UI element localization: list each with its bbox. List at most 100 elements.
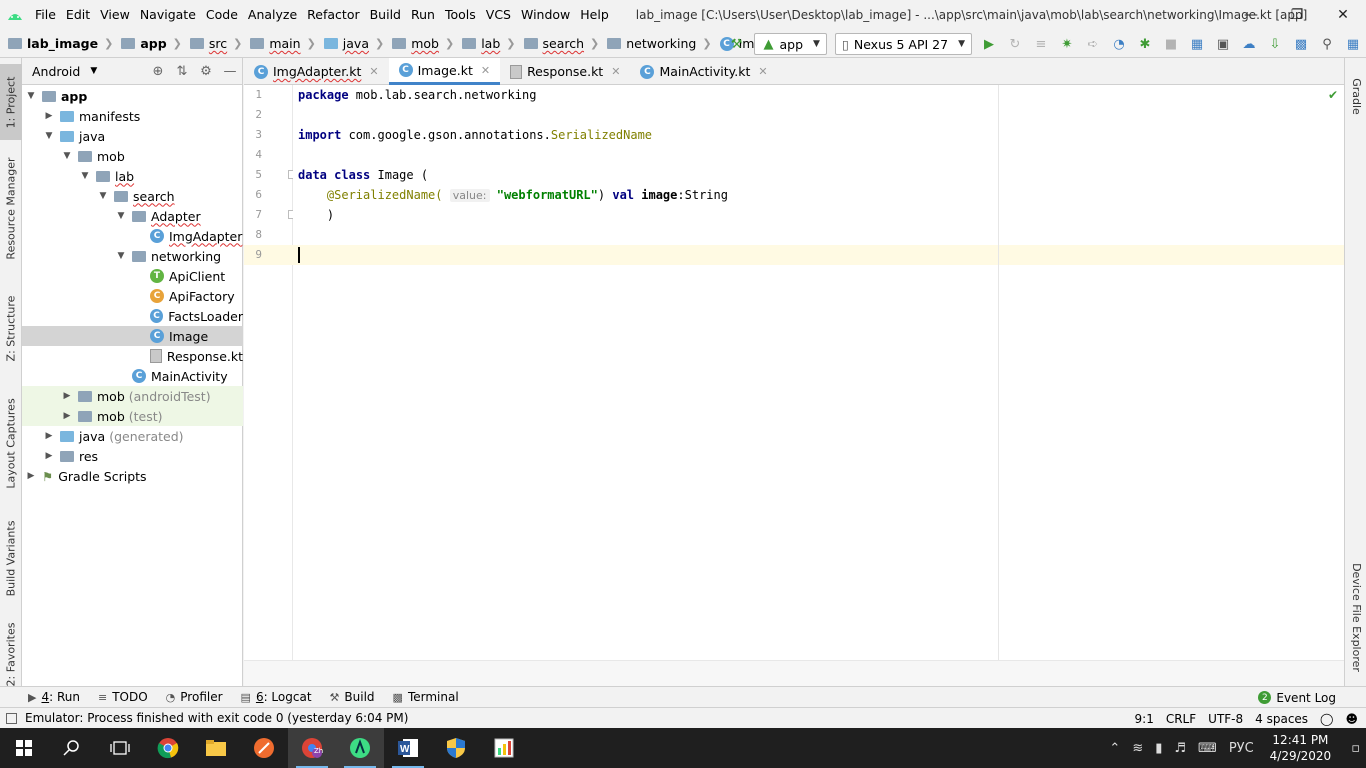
tree-item-mainactivity[interactable]: C MainActivity	[22, 366, 243, 386]
project-view-selector[interactable]: Android	[32, 64, 80, 79]
word-icon[interactable]: W	[384, 728, 432, 768]
breadcrumb-app[interactable]: app ❯	[113, 30, 182, 58]
keyboard-icon[interactable]: ⌨	[1198, 741, 1217, 756]
lock-icon[interactable]: ◯	[1320, 712, 1333, 726]
breadcrumb-search[interactable]: search ❯	[516, 30, 599, 58]
caret-position[interactable]: 9:1	[1135, 712, 1154, 726]
tree-item-java-generated[interactable]: ▶ java (generated)	[22, 426, 243, 446]
tab-mainactivity-kt[interactable]: C MainActivity.kt ✕	[630, 58, 777, 85]
tab-response-kt[interactable]: Response.kt ✕	[500, 58, 630, 85]
search-icon[interactable]	[48, 728, 96, 768]
editor-gutter[interactable]: 1 2 3 4 5 6 7 8 9	[244, 85, 297, 660]
collapsed-arrow-icon[interactable]: ▶	[42, 451, 56, 461]
device-dropdown[interactable]: ▯ Nexus 5 API 27 ▼	[834, 33, 972, 55]
tree-item-java[interactable]: ▼ java	[22, 126, 243, 146]
show-hidden-icons-chevron-icon[interactable]: ⌃	[1109, 741, 1120, 756]
tree-item-adapter[interactable]: ▼ Adapter	[22, 206, 243, 226]
collapsed-arrow-icon[interactable]: ▶	[42, 111, 56, 121]
menu-file[interactable]: File	[30, 0, 61, 30]
tab-resource-manager[interactable]: Resource Manager	[0, 152, 22, 264]
breadcrumb-lab[interactable]: lab ❯	[454, 30, 516, 58]
breadcrumb-java[interactable]: java ❯	[316, 30, 384, 58]
tool-tab-todo[interactable]: ≡ TODO	[98, 690, 148, 704]
menu-run[interactable]: Run	[406, 0, 440, 30]
sync-project-icon[interactable]: ▦	[1185, 32, 1209, 56]
task-view-icon[interactable]	[96, 728, 144, 768]
menu-tools[interactable]: Tools	[440, 0, 481, 30]
toggle-tool-windows-icon[interactable]	[6, 712, 17, 724]
run-config-dropdown[interactable]: ▲ app ▼	[753, 33, 827, 55]
file-encoding[interactable]: UTF-8	[1208, 712, 1243, 726]
search-icon[interactable]: ⚲	[1315, 32, 1339, 56]
expanded-arrow-icon[interactable]: ▼	[60, 151, 74, 161]
expanded-arrow-icon[interactable]: ▼	[78, 171, 92, 181]
run-icon[interactable]: ▶	[977, 32, 1001, 56]
avd-manager-icon[interactable]: ▣	[1211, 32, 1235, 56]
collapsed-arrow-icon[interactable]: ▶	[42, 431, 56, 441]
tree-item-res[interactable]: ▶ res	[22, 446, 243, 466]
breadcrumb-lab-image[interactable]: lab_image ❯	[0, 30, 113, 58]
tree-item-apifactory[interactable]: C ApiFactory	[22, 286, 243, 306]
tab-project[interactable]: 1: Project	[0, 64, 22, 140]
hide-icon[interactable]: —	[218, 64, 242, 79]
menu-view[interactable]: View	[95, 0, 135, 30]
collapsed-arrow-icon[interactable]: ▶	[60, 391, 74, 401]
android-studio-icon[interactable]	[336, 728, 384, 768]
wifi-icon[interactable]: ≋	[1132, 741, 1143, 756]
close-icon[interactable]: ✕	[1320, 0, 1366, 30]
breadcrumb-networking[interactable]: networking ❯	[599, 30, 712, 58]
close-icon[interactable]: ✕	[611, 65, 620, 78]
indent-setting[interactable]: 4 spaces	[1255, 712, 1308, 726]
layout-inspector-icon[interactable]: ▩	[1289, 32, 1313, 56]
tool-tab-profiler[interactable]: ◔ Profiler	[166, 690, 223, 704]
locate-icon[interactable]: ⊕	[146, 64, 170, 79]
no-problems-check-icon[interactable]: ✔	[1328, 88, 1338, 102]
close-icon[interactable]: ✕	[369, 65, 378, 78]
input-language[interactable]: РУС	[1229, 741, 1254, 756]
notifications-icon[interactable]: ▫	[1351, 741, 1360, 756]
menu-edit[interactable]: Edit	[61, 0, 95, 30]
debug-icon[interactable]: ✷	[1055, 32, 1079, 56]
shield-icon[interactable]	[432, 728, 480, 768]
sdk-manager-icon[interactable]: ⇩	[1263, 32, 1287, 56]
tree-item-image[interactable]: C Image	[22, 326, 243, 346]
menu-help[interactable]: Help	[575, 0, 614, 30]
expanded-arrow-icon[interactable]: ▼	[114, 251, 128, 261]
menu-code[interactable]: Code	[201, 0, 243, 30]
tab-build-variants[interactable]: Build Variants	[0, 513, 22, 603]
apply-code-changes-icon[interactable]: ≡	[1029, 32, 1053, 56]
tree-item-search[interactable]: ▼ search	[22, 186, 243, 206]
tree-item-factsloader[interactable]: C FactsLoader	[22, 306, 243, 326]
tab-layout-captures[interactable]: Layout Captures	[0, 390, 22, 496]
tool-tab-terminal[interactable]: ▩ Terminal	[393, 690, 459, 704]
file-explorer-icon[interactable]	[192, 728, 240, 768]
menu-window[interactable]: Window	[516, 0, 575, 30]
stop-icon[interactable]: ■	[1159, 32, 1183, 56]
inspector-icon[interactable]: ☻	[1345, 712, 1358, 726]
tab-gradle[interactable]: Gradle	[1345, 66, 1366, 126]
volume-icon[interactable]: ♬	[1174, 741, 1186, 756]
tab-image-kt[interactable]: C Image.kt ✕	[388, 58, 501, 85]
menu-build[interactable]: Build	[365, 0, 406, 30]
menu-refactor[interactable]: Refactor	[302, 0, 364, 30]
battery-icon[interactable]: ▮	[1155, 741, 1162, 756]
tab-favorites[interactable]: 2: Favorites	[0, 622, 22, 686]
profile-icon[interactable]: ◔	[1107, 32, 1131, 56]
apply-changes-icon[interactable]: ↻	[1003, 32, 1027, 56]
tree-item-gradle-scripts[interactable]: ▶ ⚑ Gradle Scripts	[22, 466, 243, 486]
chevron-down-icon[interactable]: ▼	[90, 66, 97, 76]
clock[interactable]: 12:41 PM 4/29/2020	[1270, 732, 1332, 764]
tab-structure[interactable]: Z: Structure	[0, 288, 22, 368]
chrome-profile-icon[interactable]: Zh	[288, 728, 336, 768]
tool-tab-build[interactable]: ⚒ Build	[330, 690, 375, 704]
tab-device-file-explorer[interactable]: Device File Explorer	[1345, 554, 1366, 680]
gradle-sync-icon[interactable]: ☁	[1237, 32, 1261, 56]
tree-item-lab[interactable]: ▼ lab	[22, 166, 243, 186]
status-message[interactable]: Emulator: Process finished with exit cod…	[6, 711, 408, 725]
expanded-arrow-icon[interactable]: ▼	[114, 211, 128, 221]
tree-item-mob-test[interactable]: ▶ mob (test)	[22, 406, 243, 426]
tool-tab-run[interactable]: ▶ 4: Run	[28, 690, 80, 704]
tree-item-networking[interactable]: ▼ networking	[22, 246, 243, 266]
services-icon[interactable]: ▦	[1341, 32, 1365, 56]
menu-analyze[interactable]: Analyze	[243, 0, 302, 30]
